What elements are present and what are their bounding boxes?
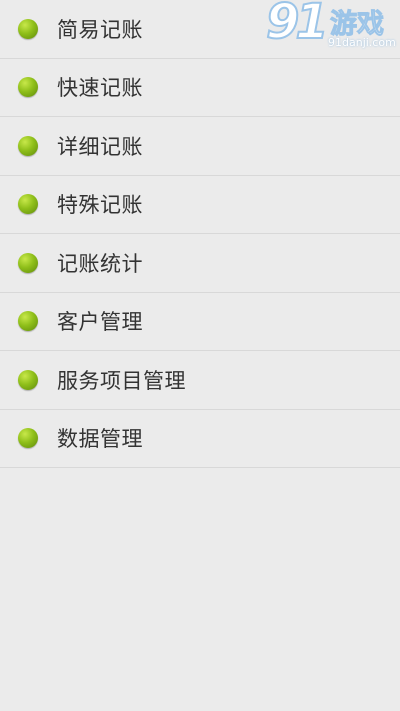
green-dot-icon [18, 311, 38, 332]
green-dot-icon [18, 77, 38, 98]
menu-item-data-management[interactable]: 数据管理 [0, 410, 400, 468]
menu-item-label: 记账统计 [57, 251, 143, 276]
menu-item-service-management[interactable]: 服务项目管理 [0, 351, 400, 410]
menu-item-label: 客户管理 [57, 310, 143, 335]
menu-item-quick-bookkeeping[interactable]: 快速记账 [0, 59, 400, 117]
menu-item-label: 数据管理 [57, 427, 143, 452]
watermark-number: 91 [265, 0, 330, 51]
main-menu-list: 简易记账 快速记账 详细记账 特殊记账 记账统计 客户管理 服务项目管理 数据管… [0, 0, 400, 468]
green-dot-icon [18, 194, 38, 215]
menu-item-label: 快速记账 [57, 76, 143, 101]
menu-item-label: 详细记账 [57, 134, 143, 159]
menu-item-bookkeeping-statistics[interactable]: 记账统计 [0, 234, 400, 293]
watermark-url: 91danji.com [328, 36, 396, 49]
watermark-logo: 91 游戏 91danji.com [265, 0, 398, 54]
menu-item-label: 特殊记账 [57, 193, 143, 218]
green-dot-icon [18, 369, 38, 390]
menu-item-label: 简易记账 [57, 17, 143, 42]
green-dot-icon [18, 135, 38, 156]
green-dot-icon [18, 18, 38, 39]
menu-item-detailed-bookkeeping[interactable]: 详细记账 [0, 117, 400, 176]
menu-item-label: 服务项目管理 [57, 368, 186, 393]
menu-item-special-bookkeeping[interactable]: 特殊记账 [0, 176, 400, 234]
menu-item-customer-management[interactable]: 客户管理 [0, 293, 400, 351]
green-dot-icon [18, 428, 38, 449]
green-dot-icon [18, 252, 38, 273]
